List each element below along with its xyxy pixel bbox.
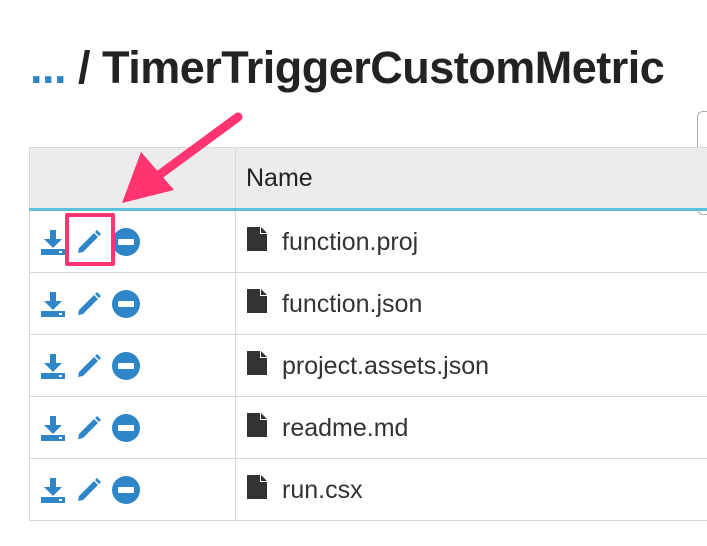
- row-actions: [29, 458, 236, 521]
- file-name[interactable]: function.json: [282, 289, 422, 317]
- breadcrumb-separator: /: [66, 42, 103, 93]
- file-icon: [247, 350, 267, 375]
- file-name-cell[interactable]: project.assets.json: [235, 334, 707, 397]
- breadcrumb: ... / TimerTriggerCustomMetric: [30, 38, 665, 98]
- file-icon: [247, 412, 267, 437]
- minus-circle-icon[interactable]: [111, 475, 141, 505]
- pencil-icon[interactable]: [75, 414, 103, 442]
- breadcrumb-parent-link[interactable]: ...: [30, 42, 67, 93]
- minus-circle-icon[interactable]: [111, 413, 141, 443]
- download-icon[interactable]: [39, 228, 67, 256]
- file-name-cell[interactable]: readme.md: [235, 396, 707, 459]
- minus-circle-icon[interactable]: [111, 351, 141, 381]
- download-icon[interactable]: [39, 352, 67, 380]
- minus-circle-icon[interactable]: [111, 289, 141, 319]
- pencil-icon[interactable]: [75, 352, 103, 380]
- file-name[interactable]: readme.md: [282, 413, 408, 441]
- download-icon[interactable]: [39, 476, 67, 504]
- name-column-header[interactable]: Name: [235, 147, 707, 211]
- download-icon[interactable]: [39, 290, 67, 318]
- file-name-cell[interactable]: function.proj: [235, 209, 707, 273]
- table-row: run.csx: [29, 458, 707, 521]
- file-name-cell[interactable]: function.json: [235, 272, 707, 335]
- file-name-cell[interactable]: run.csx: [235, 458, 707, 521]
- pencil-icon[interactable]: [75, 228, 103, 256]
- file-icon: [247, 226, 267, 251]
- file-name[interactable]: run.csx: [282, 475, 363, 503]
- file-icon: [247, 288, 267, 313]
- table-header-row: Name: [29, 147, 707, 211]
- minus-circle-icon[interactable]: [111, 227, 141, 257]
- file-table: Name function.proj function.json project…: [29, 147, 707, 521]
- table-row: project.assets.json: [29, 334, 707, 397]
- file-name[interactable]: project.assets.json: [282, 351, 489, 379]
- row-actions: [29, 209, 236, 273]
- actions-column-header: [29, 147, 236, 211]
- breadcrumb-current: TimerTriggerCustomMetric: [102, 42, 665, 93]
- row-actions: [29, 334, 236, 397]
- file-icon: [247, 474, 267, 499]
- table-row: readme.md: [29, 396, 707, 459]
- pencil-icon[interactable]: [75, 476, 103, 504]
- row-actions: [29, 396, 236, 459]
- table-row: function.proj: [29, 209, 707, 273]
- file-name[interactable]: function.proj: [282, 227, 418, 255]
- download-icon[interactable]: [39, 414, 67, 442]
- table-row: function.json: [29, 272, 707, 335]
- pencil-icon[interactable]: [75, 290, 103, 318]
- row-actions: [29, 272, 236, 335]
- file-browser-page: ... / TimerTriggerCustomMetric Name func…: [0, 0, 707, 546]
